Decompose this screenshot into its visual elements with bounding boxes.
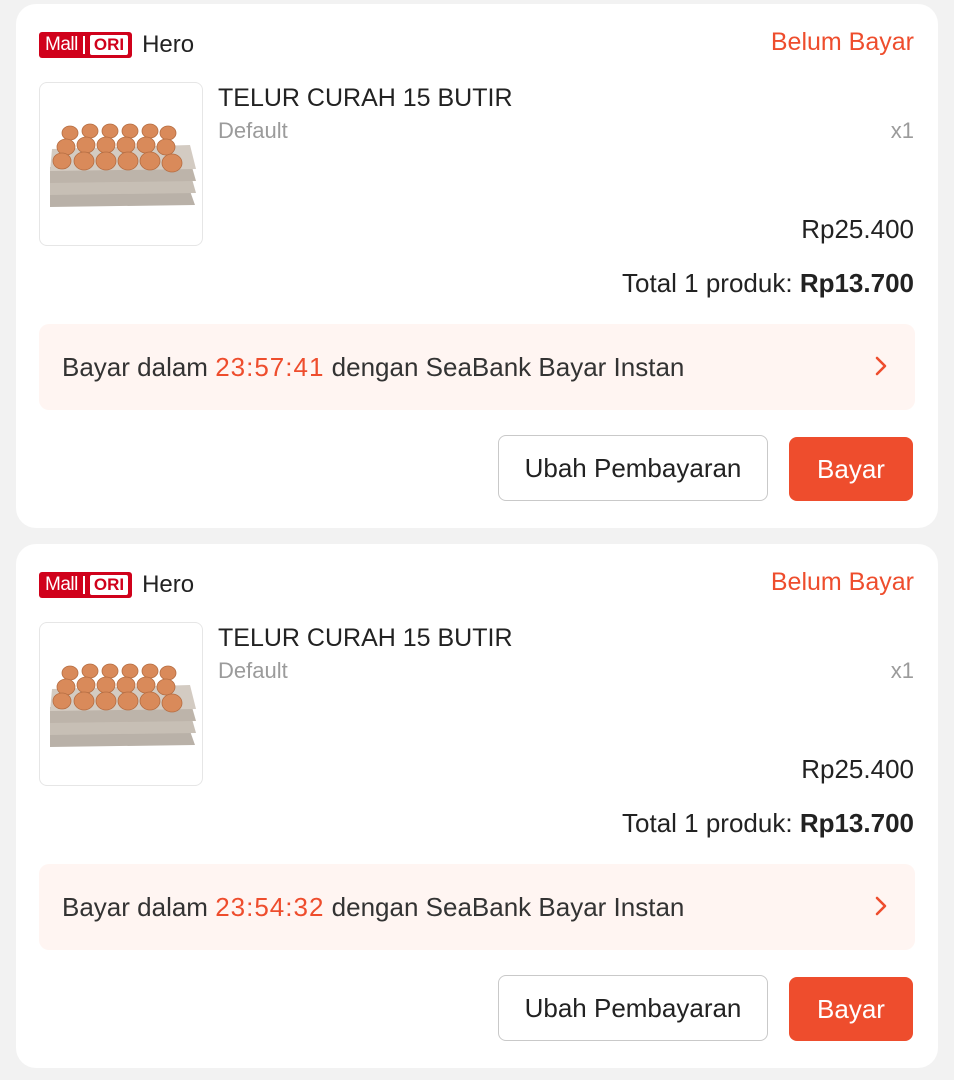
mall-ori-badge: Mall ORI: [39, 572, 133, 598]
countdown-timer: 23:57:41: [215, 352, 325, 382]
chevron-right-icon: [875, 356, 887, 376]
pay-prefix: Bayar dalam: [62, 892, 208, 922]
egg-tray-image: [50, 123, 196, 207]
product-quantity: x1: [890, 118, 914, 143]
pay-button[interactable]: Bayar: [789, 977, 913, 1041]
order-status: Belum Bayar: [770, 28, 914, 56]
ori-badge-label: ORI: [89, 35, 129, 55]
pay-suffix: dengan SeaBank Bayar Instan: [331, 352, 685, 382]
payment-countdown-banner[interactable]: Bayar dalam 23:57:41 dengan SeaBank Baya…: [39, 324, 915, 410]
change-payment-button[interactable]: Ubah Pembayaran: [498, 435, 768, 501]
countdown-timer: 23:54:32: [215, 892, 325, 922]
shop-name[interactable]: Hero: [142, 571, 194, 599]
product-price: Rp25.400: [801, 214, 914, 244]
egg-tray-image: [50, 663, 196, 747]
order-total: Total 1 produk: Rp13.700: [622, 808, 914, 839]
total-label: Total 1 produk:: [622, 808, 793, 838]
shop-header[interactable]: Mall ORI Hero: [39, 30, 194, 60]
mall-badge-label: Mall: [45, 34, 78, 55]
order-total: Total 1 produk: Rp13.700: [622, 268, 914, 299]
pay-suffix: dengan SeaBank Bayar Instan: [331, 892, 685, 922]
product-name[interactable]: TELUR CURAH 15 BUTIR: [218, 624, 513, 653]
product-variant: Default: [218, 658, 288, 683]
shop-header[interactable]: Mall ORI Hero: [39, 570, 194, 600]
ori-badge-label: ORI: [89, 575, 129, 595]
product-name[interactable]: TELUR CURAH 15 BUTIR: [218, 84, 513, 113]
change-payment-button[interactable]: Ubah Pembayaran: [498, 975, 768, 1041]
product-price: Rp25.400: [801, 754, 914, 784]
product-image[interactable]: [39, 82, 203, 246]
badge-divider: [82, 576, 85, 594]
total-label: Total 1 produk:: [622, 268, 793, 298]
badge-divider: [82, 36, 85, 54]
order-card[interactable]: Mall ORI Hero Belum Bayar TELUR CURAH 15…: [16, 4, 938, 528]
payment-countdown-text: Bayar dalam 23:57:41 dengan SeaBank Baya…: [62, 352, 684, 383]
total-amount: Rp13.700: [799, 268, 914, 298]
product-image[interactable]: [39, 622, 203, 786]
order-status: Belum Bayar: [770, 568, 914, 596]
pay-button[interactable]: Bayar: [789, 437, 913, 501]
order-card[interactable]: Mall ORI Hero Belum Bayar TELUR CURAH 15…: [16, 544, 938, 1068]
shop-name[interactable]: Hero: [142, 31, 194, 59]
payment-countdown-banner[interactable]: Bayar dalam 23:54:32 dengan SeaBank Baya…: [39, 864, 915, 950]
pay-prefix: Bayar dalam: [62, 352, 208, 382]
total-amount: Rp13.700: [799, 808, 914, 838]
mall-ori-badge: Mall ORI: [39, 32, 133, 58]
mall-badge-label: Mall: [45, 574, 78, 595]
product-quantity: x1: [890, 658, 914, 683]
payment-countdown-text: Bayar dalam 23:54:32 dengan SeaBank Baya…: [62, 892, 684, 923]
product-variant: Default: [218, 118, 288, 143]
chevron-right-icon: [875, 896, 887, 916]
